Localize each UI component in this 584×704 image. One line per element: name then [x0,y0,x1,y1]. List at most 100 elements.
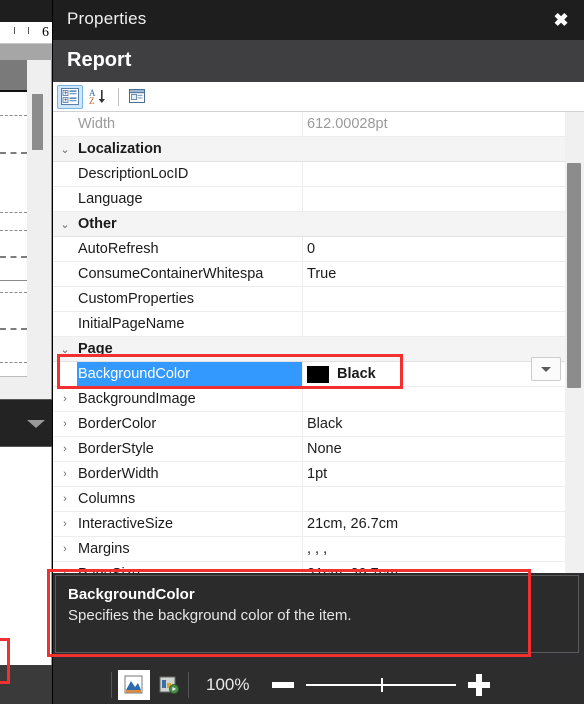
property-name[interactable]: Localization [77,137,303,162]
property-row[interactable]: Language [53,186,565,212]
property-name[interactable]: BorderWidth [77,461,303,487]
property-row[interactable]: CustomProperties [53,286,565,312]
categorized-icon: + + [61,88,79,105]
ruler-tick [14,27,15,34]
category-collapse-icon[interactable]: ⌄ [53,337,77,362]
property-grid[interactable]: Width 612.00028pt ⌄ Localization Description… [53,112,584,573]
property-row[interactable]: › BackgroundImage [53,386,565,412]
property-value[interactable] [303,212,565,237]
preview-view-button[interactable] [153,670,185,700]
property-name[interactable]: Margins [77,536,303,562]
report-designer-strip: 6 [0,0,52,704]
property-row[interactable]: › InteractiveSize 21cm, 26.7cm [53,511,565,537]
property-value[interactable]: 0 [303,237,565,262]
close-icon[interactable]: ✖ [545,6,577,34]
property-name[interactable]: AutoRefresh [77,236,303,262]
property-name[interactable]: ConsumeContainerWhitespa [77,261,303,287]
property-name[interactable]: InteractiveSize [77,511,303,537]
zoom-in-button[interactable] [468,673,490,696]
property-value[interactable]: 21cm, 29.7cm [303,562,565,574]
property-category-row[interactable]: ⌄ Other [53,212,565,237]
property-value[interactable]: 21cm, 26.7cm [303,512,565,537]
selected-object-name: Report [67,49,132,71]
property-value[interactable]: Black [303,412,565,437]
property-name[interactable]: Width [77,112,303,137]
properties-window: Properties ✖ Report + + A Z Width 612.00… [52,0,584,704]
property-value[interactable] [303,337,565,362]
property-value[interactable] [303,487,565,512]
layout-guide [0,152,27,154]
property-row[interactable]: BackgroundColor Black [53,361,565,387]
property-row[interactable]: › Margins, , , [53,536,565,562]
property-expand-icon[interactable]: › [53,537,77,562]
property-name[interactable]: DescriptionLocID [77,161,303,187]
property-value[interactable]: None [303,437,565,462]
property-value[interactable] [303,137,565,162]
design-canvas[interactable] [0,44,52,399]
property-row[interactable]: AutoRefresh 0 [53,236,565,262]
category-collapse-icon[interactable]: ⌄ [53,212,77,237]
property-name[interactable]: Other [77,212,303,237]
backgroundcolor-dropdown-button[interactable] [531,357,561,381]
property-name[interactable]: Page [77,337,303,362]
property-name[interactable]: Language [77,186,303,212]
property-value[interactable] [303,387,565,412]
property-row[interactable]: DescriptionLocID [53,161,565,187]
property-value[interactable] [303,162,565,187]
report-body-surface[interactable] [0,60,27,377]
description-text: Specifies the background color of the it… [68,607,352,624]
alphabetical-sort-button[interactable]: A Z [85,85,111,109]
property-expand-icon [53,162,77,187]
property-expand-icon[interactable]: › [53,387,77,412]
property-expand-icon[interactable]: › [53,562,77,573]
property-expand-icon[interactable]: › [53,412,77,437]
property-expand-icon[interactable]: › [53,462,77,487]
layout-guide [0,115,27,116]
property-row[interactable]: InitialPageName [53,311,565,337]
property-name[interactable]: InitialPageName [77,311,303,337]
property-value[interactable]: 1pt [303,462,565,487]
property-row[interactable]: › Columns [53,486,565,512]
categorized-view-button[interactable]: + + [57,84,83,109]
property-expand-icon[interactable]: › [53,437,77,462]
chevron-down-icon[interactable] [27,420,45,428]
property-name[interactable]: BackgroundColor [77,361,303,387]
property-name[interactable]: CustomProperties [77,286,303,312]
statusbar-separator [111,671,112,698]
panel-collapse-strip[interactable] [0,399,52,447]
property-name[interactable]: Columns [77,486,303,512]
zoom-out-button[interactable] [272,681,294,688]
property-name[interactable]: BackgroundImage [77,386,303,412]
property-row[interactable]: › BorderColor Black [53,411,565,437]
category-collapse-icon[interactable]: ⌄ [53,137,77,162]
property-row[interactable]: › BorderStyle None [53,436,565,462]
zoom-slider-thumb[interactable] [381,677,383,692]
property-expand-icon [53,362,77,387]
property-expand-icon [53,187,77,212]
designer-statusbar-left [0,665,52,704]
property-row[interactable]: ConsumeContainerWhitespa True [53,261,565,287]
property-category-row[interactable]: ⌄ Page [53,337,565,362]
canvas-vertical-scrollbar[interactable] [32,94,43,150]
property-row[interactable]: Width 612.00028pt [53,112,565,137]
property-value[interactable]: Black [303,362,565,387]
property-name[interactable]: BorderStyle [77,436,303,462]
property-value[interactable] [303,287,565,312]
property-category-row[interactable]: ⌄ Localization [53,137,565,162]
property-name[interactable]: BorderColor [77,411,303,437]
property-row[interactable]: › BorderWidth 1pt [53,461,565,487]
property-value[interactable]: True [303,262,565,287]
property-name[interactable]: PageSize [77,561,303,573]
property-expand-icon[interactable]: › [53,487,77,512]
design-view-button[interactable] [118,669,150,700]
property-expand-icon[interactable]: › [53,512,77,537]
property-value[interactable] [303,312,565,337]
svg-text:+: + [64,98,68,104]
property-pages-button[interactable] [124,85,150,109]
property-grid-scrollbar-thumb[interactable] [567,163,581,388]
property-value[interactable]: , , , [303,537,565,562]
property-value[interactable] [303,187,565,212]
property-row[interactable]: ›PageSize21cm, 29.7cm [53,561,565,574]
zoom-slider-track[interactable] [306,677,456,692]
property-value[interactable]: 612.00028pt [303,112,565,137]
